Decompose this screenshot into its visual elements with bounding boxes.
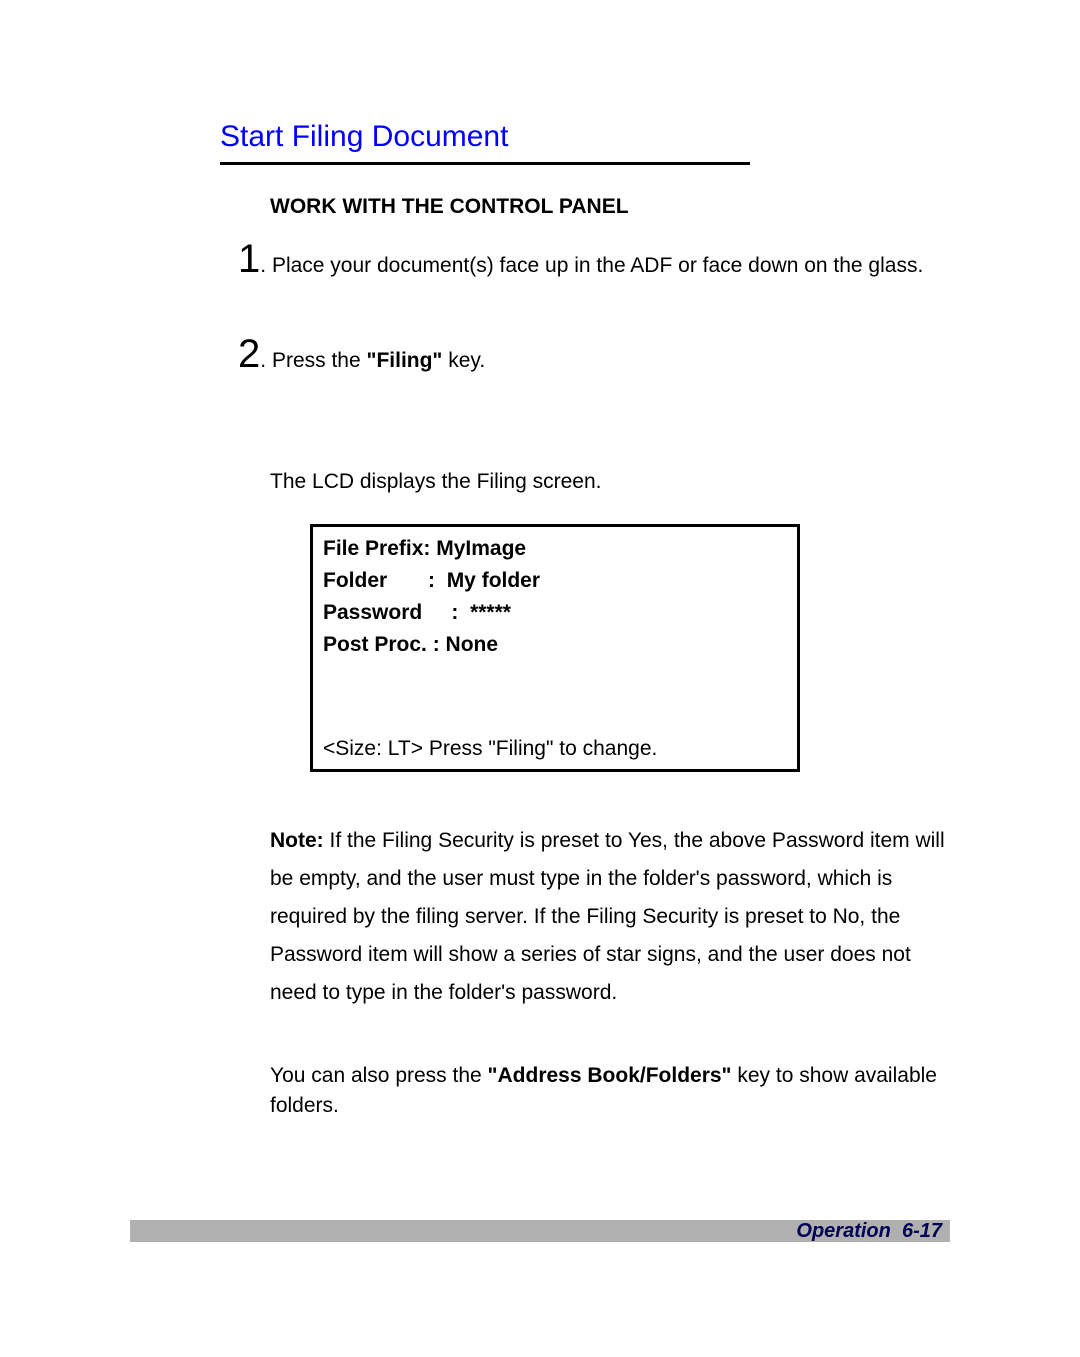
lcd-status-line: <Size: LT> Press "Filing" to change. [323, 737, 787, 761]
step-1-number: 1. [238, 237, 266, 282]
lcd-file-prefix: File Prefix: MyImage [323, 537, 787, 561]
subheading: WORK WITH THE CONTROL PANEL [270, 195, 950, 219]
lcd-password: Password : ***** [323, 601, 787, 625]
lcd-post-proc: Post Proc. : None [323, 633, 787, 657]
step-2: 2. Press the "Filing" key. [270, 332, 950, 377]
step-1-text: Place your document(s) face up in the AD… [272, 254, 923, 277]
note-body: If the Filing Security is preset to Yes,… [270, 829, 945, 1003]
lcd-folder: Folder : My folder [323, 569, 787, 593]
footer-text: Operation 6-17 [796, 1220, 942, 1242]
lcd-screen: File Prefix: MyImage Folder : My folder … [310, 524, 800, 772]
step-2-text: Press the "Filing" key. [272, 349, 485, 372]
step-1: 1. Place your document(s) face up in the… [270, 237, 950, 282]
section-title: Start Filing Document [220, 120, 950, 154]
note-prefix: Note: [270, 829, 324, 852]
title-rule [220, 162, 750, 165]
address-book-paragraph: You can also press the "Address Book/Fol… [270, 1061, 950, 1120]
step-2-number: 2. [238, 332, 266, 377]
footer-bar: Operation 6-17 [130, 1220, 950, 1242]
note: Note: If the Filing Security is preset t… [270, 822, 950, 1011]
lcd-intro: The LCD displays the Filing screen. [270, 467, 950, 496]
